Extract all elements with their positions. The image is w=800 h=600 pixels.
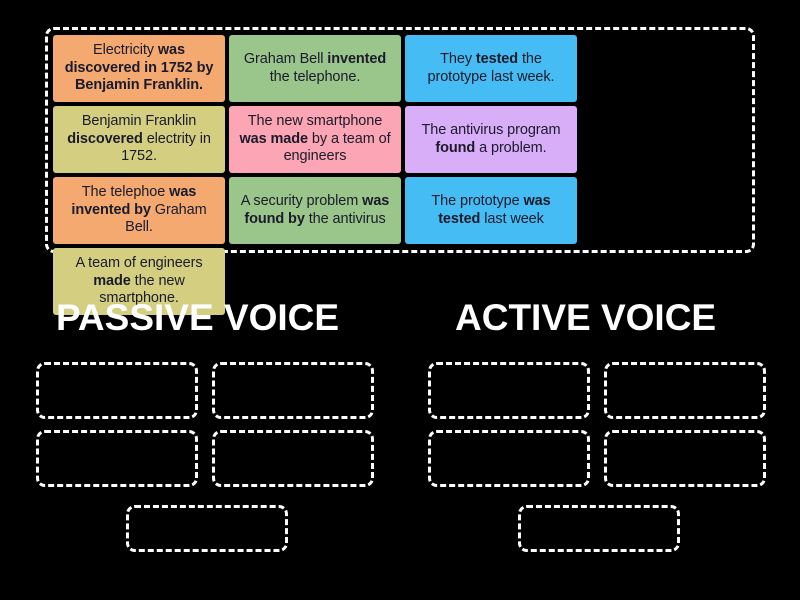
dropzone-active-1[interactable]	[428, 362, 590, 419]
tile-grid: Electricity was discovered in 1752 by Be…	[53, 35, 748, 315]
dropzone-passive-2[interactable]	[212, 362, 374, 419]
sortable-tile-label: They tested the prototype last week.	[427, 50, 555, 85]
dropzone-passive-5[interactable]	[126, 505, 288, 552]
sortable-tile[interactable]: The antivirus program found a problem.	[405, 106, 577, 173]
sortable-tile[interactable]: The prototype was tested last week	[405, 177, 577, 244]
sortable-tile-label: The prototype was tested last week	[431, 192, 551, 227]
sortable-tile-label: A security problem was found by the anti…	[240, 192, 390, 227]
sortable-tile-label: Graham Bell invented the telephone.	[243, 50, 387, 85]
sortable-tile[interactable]: Graham Bell invented the telephone.	[229, 35, 401, 102]
tile-bank: Electricity was discovered in 1752 by Be…	[45, 27, 755, 315]
sortable-tile[interactable]: Benjamin Franklin discovered electrity i…	[53, 106, 225, 173]
sortable-tile-label: The new smartphone was made by a team of…	[239, 112, 391, 165]
dropzone-passive-1[interactable]	[36, 362, 198, 419]
dropzone-active-4[interactable]	[604, 430, 766, 487]
sortable-tile[interactable]: The telephoe was invented by Graham Bell…	[53, 177, 225, 244]
sortable-tile-label: The antivirus program found a problem.	[421, 121, 561, 156]
sortable-tile-label: Electricity was discovered in 1752 by Be…	[64, 41, 214, 94]
category-heading-passive: PASSIVE VOICE	[56, 297, 340, 338]
dropzone-active-3[interactable]	[428, 430, 590, 487]
dropzone-passive-3[interactable]	[36, 430, 198, 487]
dropzone-active-5[interactable]	[518, 505, 680, 552]
sortable-tile[interactable]: A security problem was found by the anti…	[229, 177, 401, 244]
sortable-tile[interactable]: Electricity was discovered in 1752 by Be…	[53, 35, 225, 102]
sortable-tile-label: The telephoe was invented by Graham Bell…	[71, 183, 207, 236]
sortable-tile[interactable]: They tested the prototype last week.	[405, 35, 577, 102]
category-heading-active: ACTIVE VOICE	[455, 297, 717, 338]
dropzone-active-2[interactable]	[604, 362, 766, 419]
sortable-tile[interactable]: The new smartphone was made by a team of…	[229, 106, 401, 173]
sortable-tile-label: Benjamin Franklin discovered electrity i…	[67, 112, 211, 165]
dropzone-passive-4[interactable]	[212, 430, 374, 487]
